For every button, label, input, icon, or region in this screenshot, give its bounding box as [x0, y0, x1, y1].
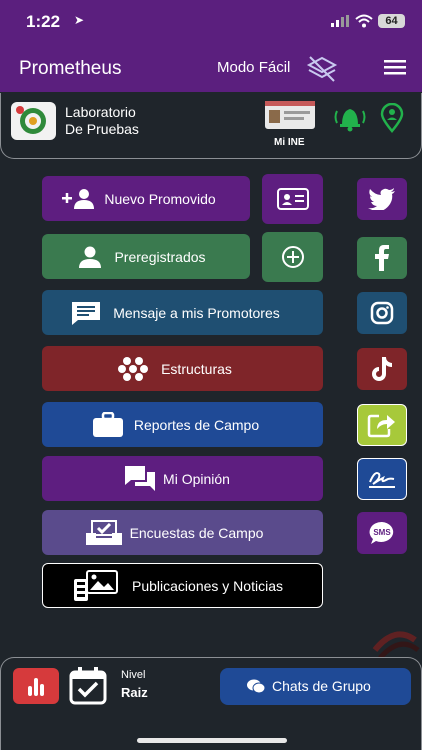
org-name: Laboratorio De Pruebas: [65, 104, 139, 138]
message-promoters-label: Mensaje a mis Promotores: [113, 304, 280, 321]
publications-news-label: Publicaciones y Noticias: [132, 577, 283, 594]
org-name-line1: Laboratorio: [65, 104, 136, 120]
app-title: Prometheus: [19, 58, 122, 79]
stats-button[interactable]: [13, 668, 59, 704]
status-bar: 1:22 ➤ 64: [0, 0, 422, 44]
location-pin-icon[interactable]: [379, 103, 405, 133]
instagram-button[interactable]: [357, 292, 407, 334]
svg-text:SMS: SMS: [373, 528, 391, 537]
facebook-icon: [375, 245, 389, 271]
twitter-button[interactable]: [357, 178, 407, 220]
my-opinion-label: Mi Opinión: [163, 470, 230, 487]
calendar-check-icon[interactable]: [68, 666, 108, 706]
top-bar: 1:22 ➤ 64 Prometheus Modo Fácil: [0, 0, 422, 92]
hamburger-menu-icon[interactable]: [384, 60, 406, 75]
add-button[interactable]: [262, 232, 323, 282]
bottom-bar: Nivel Raiz Chats de Grupo: [0, 657, 422, 750]
group-chats-label: Chats de Grupo: [272, 678, 371, 694]
id-card-button[interactable]: [262, 174, 323, 224]
field-reports-label: Reportes de Campo: [133, 416, 260, 433]
field-reports-button[interactable]: Reportes de Campo: [42, 402, 323, 447]
signature-button[interactable]: [357, 458, 407, 500]
org-logo: [11, 102, 56, 140]
layers-icon[interactable]: [306, 55, 338, 83]
preregistered-label: Preregistrados: [114, 248, 206, 265]
facebook-button[interactable]: [357, 237, 407, 279]
sms-icon: SMS: [369, 521, 394, 544]
sms-button[interactable]: SMS: [357, 512, 407, 554]
publications-news-button[interactable]: Publicaciones y Noticias: [42, 563, 323, 608]
level-value: Raiz: [121, 685, 148, 700]
share-icon: [367, 414, 395, 438]
structures-label: Estructuras: [161, 360, 232, 377]
plus-circle-icon: [281, 246, 304, 268]
wifi-icon: [355, 14, 373, 28]
status-time: 1:22: [26, 12, 61, 31]
message-promoters-button[interactable]: Mensaje a mis Promotores: [42, 290, 323, 335]
home-indicator[interactable]: [137, 738, 287, 743]
field-surveys-button[interactable]: Encuestas de Campo: [42, 510, 323, 555]
field-surveys-label: Encuestas de Campo: [129, 524, 264, 541]
profile-bar: Laboratorio De Pruebas Mi INE: [0, 93, 422, 159]
org-logo-icon: [16, 106, 46, 134]
bell-icon[interactable]: [332, 103, 368, 133]
instagram-icon: [370, 301, 394, 325]
group-chats-button[interactable]: Chats de Grupo: [220, 668, 411, 705]
bar-chart-icon: [28, 678, 44, 696]
battery-indicator: 64: [378, 14, 405, 28]
preregistered-button[interactable]: Preregistrados: [42, 234, 250, 279]
decorative-logo-icon: [372, 631, 420, 660]
easy-mode-label[interactable]: Modo Fácil: [217, 59, 290, 76]
org-name-line2: De Pruebas: [65, 121, 139, 137]
tiktok-button[interactable]: [357, 348, 407, 390]
location-arrow-icon: ➤: [74, 13, 85, 27]
structures-button[interactable]: Estructuras: [42, 346, 323, 391]
share-button[interactable]: [357, 404, 407, 446]
new-promoted-button[interactable]: Nuevo Promovido: [42, 176, 250, 221]
wechat-icon: [247, 679, 265, 694]
contact-card-icon: [276, 188, 309, 210]
level-label: Nivel: [121, 669, 146, 681]
ine-label[interactable]: Mi INE: [274, 137, 305, 148]
signature-icon: [369, 472, 395, 488]
twitter-icon: [368, 188, 395, 210]
id-card-icon[interactable]: [265, 101, 315, 129]
tiktok-icon: [372, 357, 392, 381]
signal-icon: [331, 15, 349, 27]
new-promoted-label: Nuevo Promovido: [104, 190, 216, 207]
my-opinion-button[interactable]: Mi Opinión: [42, 456, 323, 501]
